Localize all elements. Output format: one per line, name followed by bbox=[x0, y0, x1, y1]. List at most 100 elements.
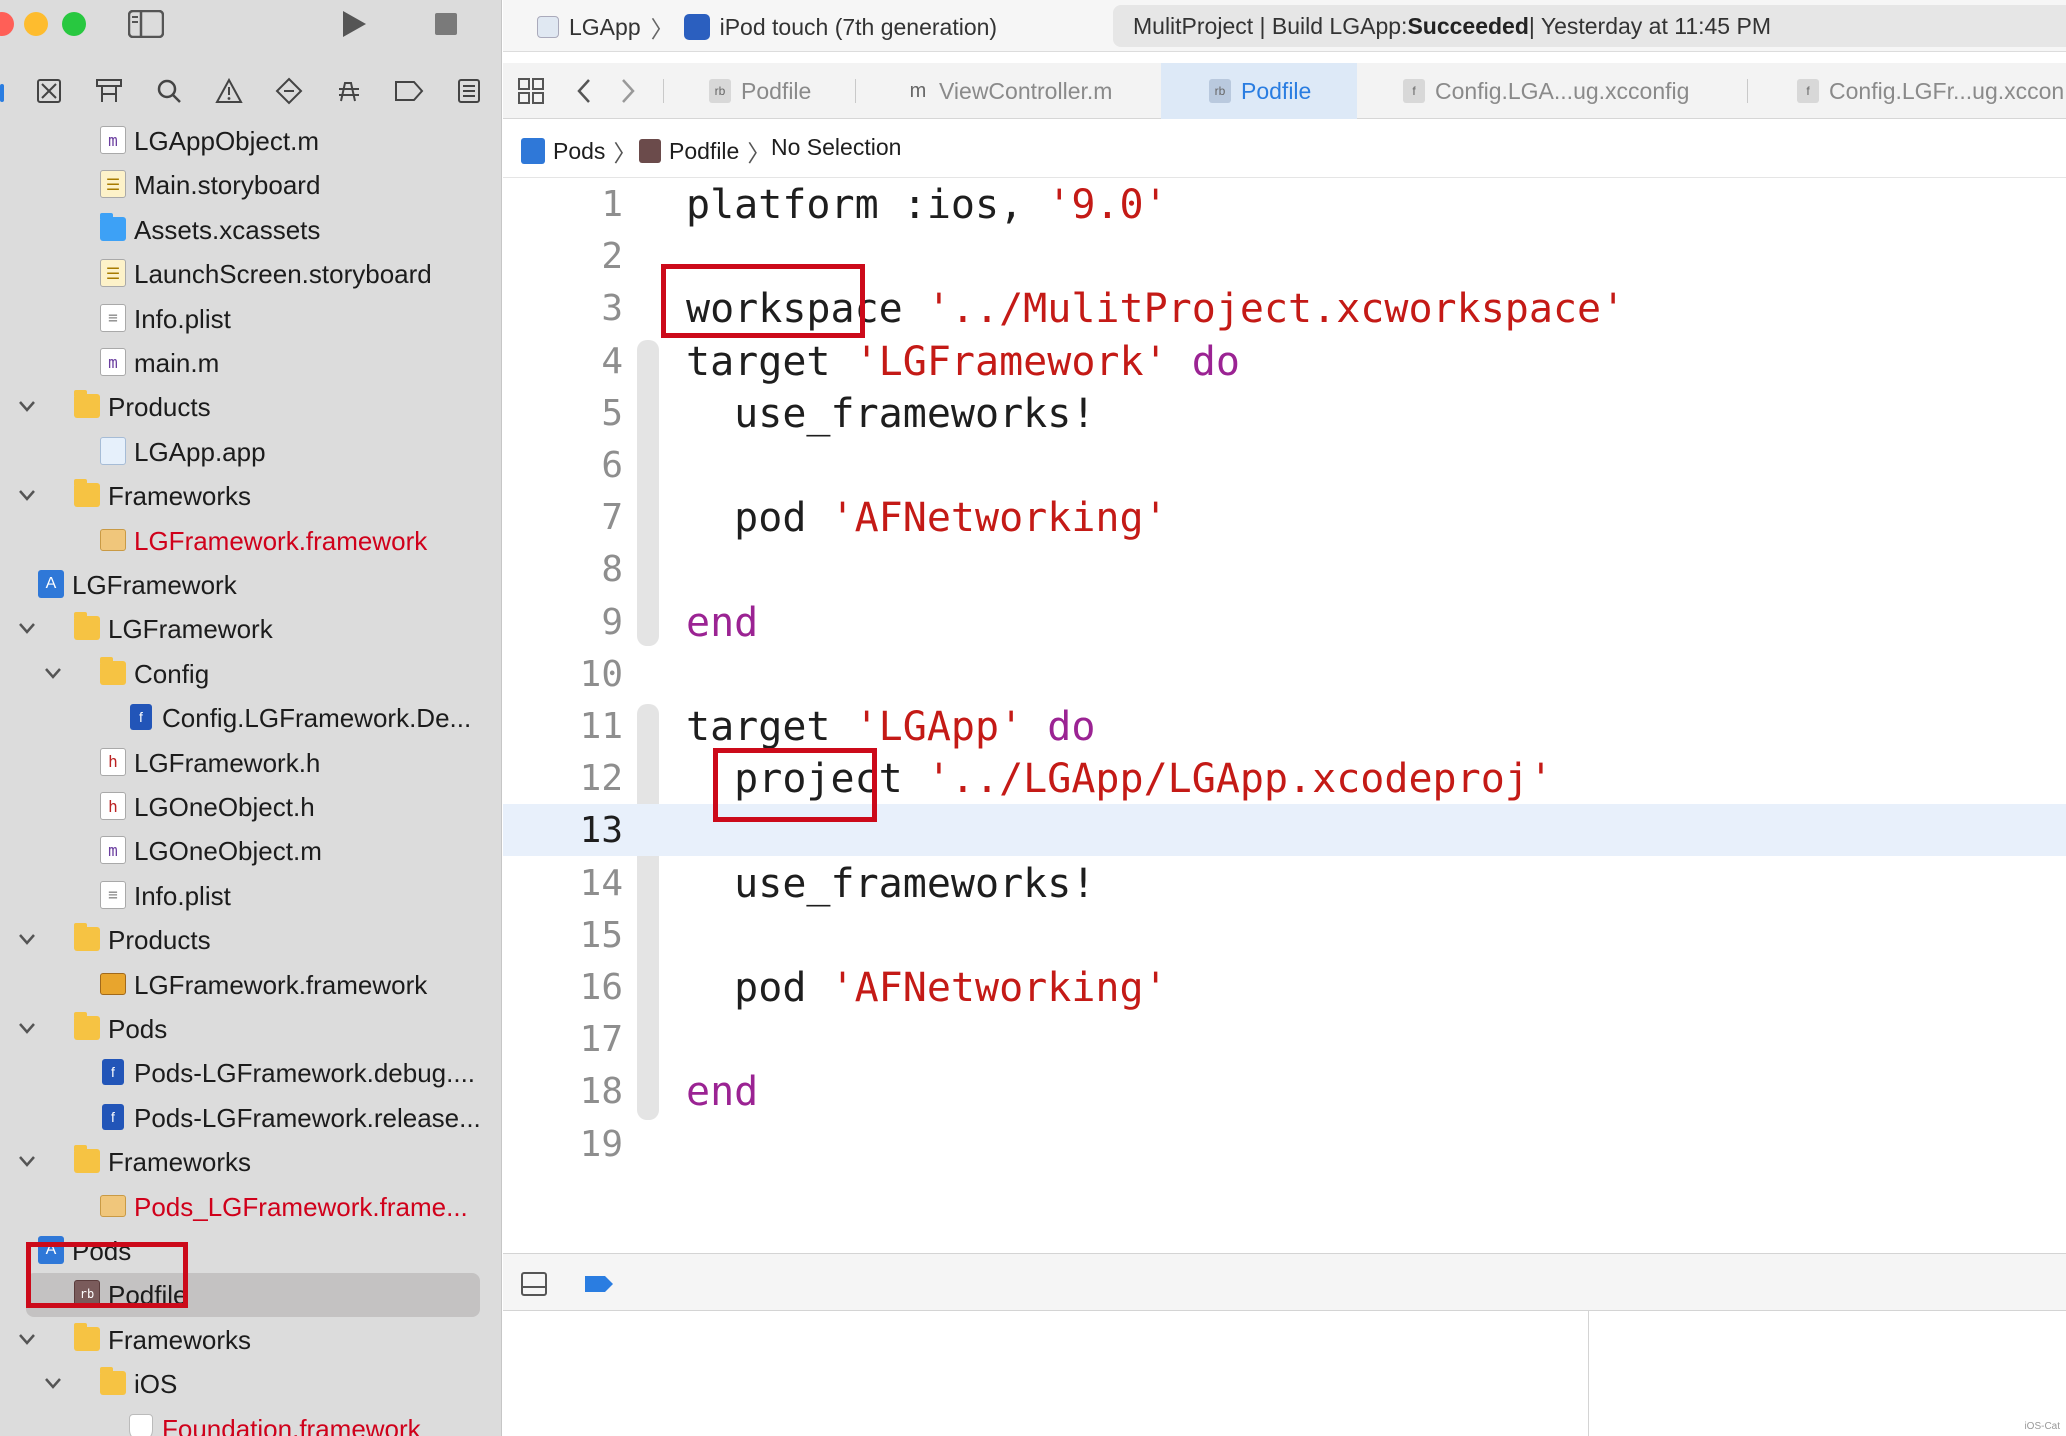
navigator-item[interactable]: ≡ Info.plist bbox=[0, 296, 501, 340]
navigator-item[interactable]: ≡ Info.plist bbox=[0, 873, 501, 917]
tab-viewcontroller[interactable]: m ViewController.m bbox=[907, 63, 1113, 119]
navigator-item[interactable]: Frameworks bbox=[0, 1139, 501, 1183]
navigator-item[interactable]: Foundation.framework bbox=[0, 1406, 501, 1436]
navigator-item[interactable]: f Pods-LGFramework.debug.... bbox=[0, 1050, 501, 1094]
report-navigator-icon[interactable] bbox=[454, 76, 484, 106]
navigator-item-label: LGOneObject.m bbox=[134, 836, 322, 867]
navigator-item-label: LGAppObject.m bbox=[134, 126, 319, 156]
code-line[interactable]: 9 end bbox=[503, 596, 2066, 648]
disclosure-chevron-down-icon[interactable] bbox=[44, 1374, 62, 1392]
code-line[interactable]: 8 bbox=[503, 543, 2066, 595]
navigator-item[interactable]: A LGFramework bbox=[0, 562, 501, 606]
code-line[interactable]: 6 bbox=[503, 439, 2066, 491]
jumpbar-file[interactable]: Podfile 〉 bbox=[639, 134, 770, 168]
chevron-right-icon: 〉 bbox=[747, 140, 771, 166]
storyboard-file-icon: ☰ bbox=[100, 170, 126, 199]
navigator-item[interactable]: m main.m bbox=[0, 340, 501, 384]
navigator-item[interactable]: ☰ LaunchScreen.storyboard bbox=[0, 251, 501, 295]
navigator-item[interactable]: iOS bbox=[0, 1361, 501, 1405]
back-chevron-icon[interactable] bbox=[575, 77, 593, 110]
code-line[interactable]: 16 pod 'AFNetworking' bbox=[503, 961, 2066, 1013]
navigator-item-label: main.m bbox=[134, 348, 220, 378]
code-line[interactable]: 17 bbox=[503, 1013, 2066, 1065]
navigator-item-label: LGFramework bbox=[72, 570, 237, 600]
forward-chevron-icon[interactable] bbox=[619, 77, 637, 110]
navigator-item[interactable]: f Config.LGFramework.De... bbox=[0, 695, 501, 739]
code-line[interactable]: 10 bbox=[503, 648, 2066, 700]
navigator-item[interactable]: Frameworks bbox=[0, 473, 501, 517]
navigator-item-label: Pods-LGFramework.release... bbox=[134, 1102, 481, 1133]
test-navigator-diamond-icon[interactable] bbox=[274, 76, 304, 106]
code-line[interactable]: 4 target 'LGFramework' do bbox=[503, 335, 2066, 387]
navigator-item[interactable]: LGFramework.framework bbox=[0, 518, 501, 562]
disclosure-chevron-down-icon[interactable] bbox=[18, 486, 36, 504]
disclosure-chevron-down-icon[interactable] bbox=[18, 619, 36, 637]
device-name[interactable]: iPod touch (7th generation) bbox=[720, 14, 997, 41]
disclosure-chevron-down-icon[interactable] bbox=[44, 664, 62, 682]
code-line[interactable]: 18 end bbox=[503, 1065, 2066, 1117]
navigator-item[interactable]: h LGOneObject.h bbox=[0, 784, 501, 828]
stop-icon[interactable] bbox=[428, 8, 464, 40]
hide-debug-area-icon[interactable] bbox=[521, 1272, 547, 1301]
issue-navigator-warning-icon[interactable] bbox=[214, 76, 244, 106]
tab-podfile-1[interactable]: rb Podfile bbox=[709, 63, 811, 119]
jumpbar-project[interactable]: Pods 〉 bbox=[521, 134, 636, 168]
scheme-selector[interactable]: LGApp 〉 iPod touch (7th generation) bbox=[537, 10, 997, 44]
disclosure-chevron-down-icon[interactable] bbox=[18, 1019, 36, 1037]
navigator-item[interactable]: LGFramework bbox=[0, 606, 501, 650]
disclosure-chevron-down-icon[interactable] bbox=[18, 1330, 36, 1348]
navigator-item-label: Foundation.framework bbox=[162, 1413, 421, 1436]
breakpoint-navigator-icon[interactable] bbox=[394, 76, 424, 106]
navigator-item[interactable]: Assets.xcassets bbox=[0, 207, 501, 251]
navigator-item[interactable]: Products bbox=[0, 917, 501, 961]
navigator-item[interactable]: LGApp.app bbox=[0, 429, 501, 473]
run-icon[interactable] bbox=[336, 8, 372, 40]
navigator-item-label: LaunchScreen.storyboard bbox=[134, 259, 432, 290]
jumpbar-selection[interactable]: No Selection bbox=[771, 134, 901, 161]
navigator-item[interactable]: f Pods-LGFramework.release... bbox=[0, 1095, 501, 1139]
disclosure-chevron-down-icon[interactable] bbox=[18, 1152, 36, 1170]
plist-file-icon: ≡ bbox=[100, 880, 126, 909]
grid-related-items-icon[interactable] bbox=[517, 77, 545, 110]
disclosure-chevron-down-icon[interactable] bbox=[18, 930, 36, 948]
navigator-item[interactable]: m LGOneObject.m bbox=[0, 828, 501, 872]
minimize-window-button[interactable] bbox=[24, 12, 48, 36]
debug-navigator-icon[interactable] bbox=[334, 76, 364, 106]
navigator-item[interactable]: LGFramework.framework bbox=[0, 962, 501, 1006]
code-line[interactable]: 15 bbox=[503, 909, 2066, 961]
navigator-item[interactable]: Frameworks bbox=[0, 1317, 501, 1361]
code-line[interactable]: 5 use_frameworks! bbox=[503, 387, 2066, 439]
code-text: end bbox=[686, 1069, 758, 1115]
source-editor[interactable]: 1 platform :ios, '9.0' 2 3 workspace '../Mul… bbox=[503, 178, 2066, 1253]
disclosure-chevron-down-icon[interactable] bbox=[18, 397, 36, 415]
tab-config-lgframework[interactable]: f Config.LGFr...ug.xccon bbox=[1797, 63, 2064, 119]
code-text: use_frameworks! bbox=[686, 861, 1095, 907]
code-line[interactable]: 19 bbox=[503, 1118, 2066, 1170]
navigator-item[interactable]: h LGFramework.h bbox=[0, 740, 501, 784]
breakpoints-toggle-icon[interactable] bbox=[583, 1274, 615, 1299]
code-line[interactable]: 14 use_frameworks! bbox=[503, 857, 2066, 909]
code-line[interactable]: 1 platform :ios, '9.0' bbox=[503, 178, 2066, 230]
source-control-navigator-icon[interactable] bbox=[34, 76, 64, 106]
code-line[interactable]: 11 target 'LGApp' do bbox=[503, 700, 2066, 752]
line-number: 11 bbox=[579, 706, 623, 747]
symbol-navigator-icon[interactable] bbox=[94, 76, 124, 106]
code-token: pod bbox=[686, 495, 831, 542]
navigator-item[interactable]: Pods bbox=[0, 1006, 501, 1050]
ruby-file-icon: rb bbox=[1209, 79, 1231, 103]
navigator-item[interactable]: Config bbox=[0, 651, 501, 695]
sidebar-toggle-icon[interactable] bbox=[128, 8, 164, 40]
code-line[interactable]: 7 pod 'AFNetworking' bbox=[503, 491, 2066, 543]
close-window-button[interactable] bbox=[0, 12, 14, 36]
navigator-item[interactable]: Pods_LGFramework.frame... bbox=[0, 1184, 501, 1228]
code-token: target bbox=[686, 704, 855, 750]
zoom-window-button[interactable] bbox=[62, 12, 86, 36]
navigator-item[interactable]: ☰ Main.storyboard bbox=[0, 162, 501, 206]
navigator-item[interactable]: m LGAppObject.m bbox=[0, 118, 501, 162]
tab-podfile-active[interactable]: rb Podfile bbox=[1161, 63, 1357, 119]
tab-config-lgapp[interactable]: f Config.LGA...ug.xcconfig bbox=[1403, 63, 1689, 119]
navigator-item[interactable]: Products bbox=[0, 384, 501, 428]
find-navigator-search-icon[interactable] bbox=[154, 76, 184, 106]
jumpbar-project-label: Pods bbox=[553, 137, 606, 164]
